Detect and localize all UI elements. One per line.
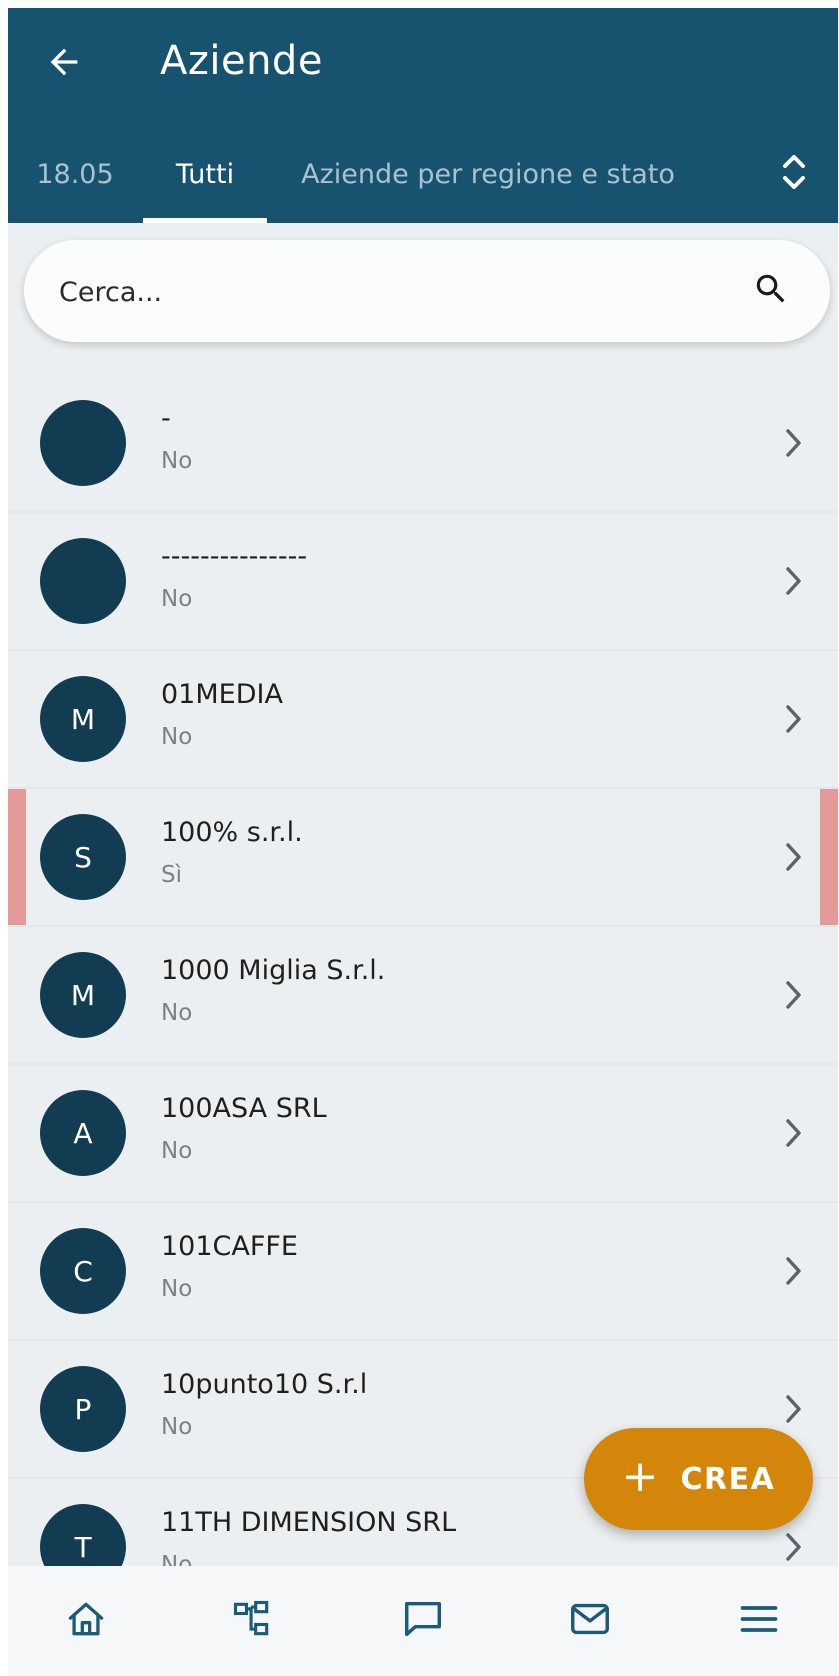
company-status: No [161,448,193,474]
tab-18-05[interactable]: 18.05 [28,126,122,223]
back-button[interactable] [36,36,92,92]
company-name: 10punto10 S.r.l [161,1369,368,1400]
tab-tutti[interactable]: Tutti [143,126,267,223]
company-status: No [161,724,193,750]
company-name: --------------- [161,541,308,572]
tab-label: Tutti [175,159,235,190]
avatar: P [40,1366,126,1452]
avatar: C [40,1228,126,1314]
hierarchy-icon [230,1597,274,1645]
company-status: Sì [161,862,182,888]
company-status: No [161,586,193,612]
bottom-navigation [8,1566,838,1676]
page-title: Aziende [160,38,323,84]
nav-hierarchy-button[interactable] [219,1588,285,1654]
tab-aziende-per-regione-e-stato[interactable]: Aziende per regione e stato [290,126,686,223]
unfold-chevrons-icon [779,149,809,199]
company-status: No [161,1138,193,1164]
company-status: No [161,1414,193,1440]
app-screen: Aziende 18.05 Tutti Aziende per regione … [8,8,838,1676]
list-item[interactable]: --------------- No [8,513,838,651]
create-button[interactable]: + CREA [584,1428,813,1530]
nav-home-button[interactable] [53,1588,119,1654]
plus-icon: + [621,1451,659,1502]
list-item[interactable]: - No [8,375,838,513]
app-bar: Aziende 18.05 Tutti Aziende per regione … [8,8,838,223]
avatar: M [40,952,126,1038]
nav-mail-button[interactable] [557,1588,623,1654]
mail-icon [567,1596,613,1646]
company-status: No [161,1000,193,1026]
chevron-right-icon [776,1389,812,1429]
search-button[interactable] [746,266,796,316]
company-name: 100ASA SRL [161,1093,327,1124]
company-name: 101CAFFE [161,1231,298,1262]
company-status: No [161,1276,193,1302]
list-item[interactable]: M 1000 Miglia S.r.l. No [8,927,838,1065]
chevron-right-icon [776,837,812,877]
chevron-right-icon [776,1527,812,1567]
chevron-right-icon [776,1251,812,1291]
company-name: - [161,403,171,434]
list-item[interactable]: A 100ASA SRL No [8,1065,838,1203]
chat-icon [400,1596,446,1646]
tab-label: 18.05 [36,159,114,190]
search-icon [752,270,790,312]
chevron-right-icon [776,699,812,739]
company-name: 11TH DIMENSION SRL [161,1507,457,1538]
company-name: 1000 Miglia S.r.l. [161,955,386,986]
tab-bar: 18.05 Tutti Aziende per regione e stato [8,126,838,223]
chevron-right-icon [776,561,812,601]
nav-menu-button[interactable] [726,1588,792,1654]
avatar: M [40,676,126,762]
menu-icon [737,1597,781,1645]
avatar: A [40,1090,126,1176]
search-input[interactable] [57,264,711,320]
arrow-left-icon [44,42,84,86]
search-bar [24,240,830,342]
list-item[interactable]: C 101CAFFE No [8,1203,838,1341]
company-name: 100% s.r.l. [161,817,303,848]
chevron-right-icon [776,423,812,463]
avatar: S [40,814,126,900]
chevron-right-icon [776,975,812,1015]
nav-chat-button[interactable] [390,1588,456,1654]
list-item[interactable]: S 100% s.r.l. Sì [8,789,838,927]
home-icon [64,1597,108,1645]
avatar [40,538,126,624]
chevron-right-icon [776,1113,812,1153]
company-name: 01MEDIA [161,679,283,710]
tab-scroll-button[interactable] [770,148,818,200]
create-button-label: CREA [680,1461,776,1497]
tab-label: Aziende per regione e stato [301,159,675,190]
list-item[interactable]: M 01MEDIA No [8,651,838,789]
avatar [40,400,126,486]
